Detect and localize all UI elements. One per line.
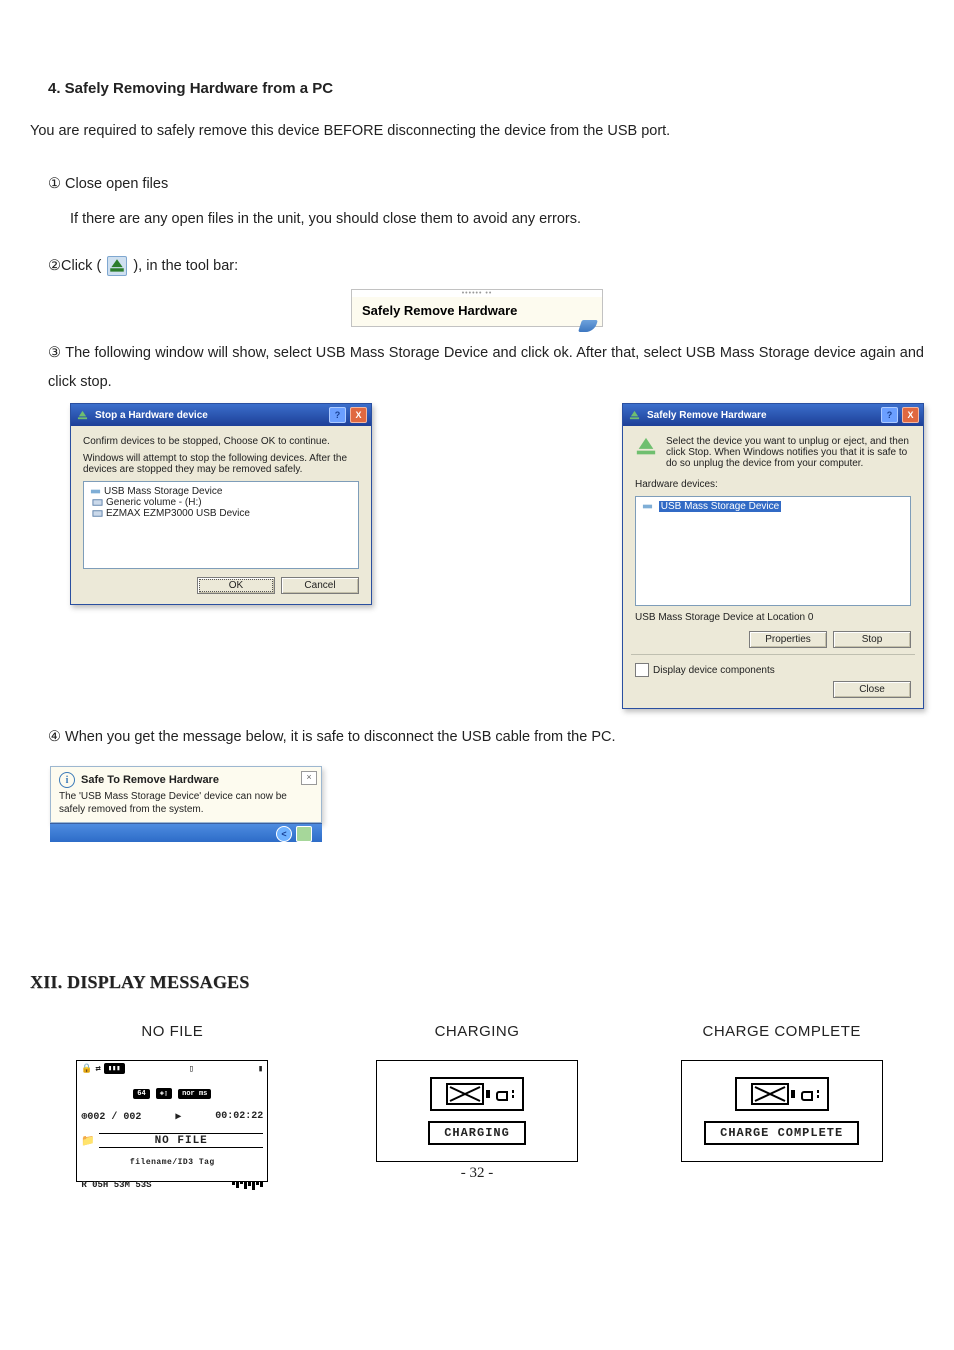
taskbar-tray: < [50, 823, 322, 842]
usb-device-icon [642, 501, 653, 512]
dialog-stop-hardware: Stop a Hardware device ? X Confirm devic… [70, 403, 372, 605]
lcd-complete-text: CHARGE COMPLETE [704, 1121, 859, 1145]
signal-icon: ▮ [258, 1064, 263, 1074]
folder-icon: 📁 [81, 1134, 95, 1148]
tooltip-tail-icon [578, 320, 598, 332]
lcd-nofile-text: NO FILE [99, 1134, 263, 1147]
hardware-devices-label: Hardware devices: [635, 479, 911, 490]
col-charging-label: CHARGING [335, 1023, 620, 1040]
step-3-text: ③ The following window will show, select… [48, 339, 924, 397]
step-2-text-b: ), in the tool bar: [133, 258, 238, 274]
lcd-time: 00:02:22 [215, 1111, 263, 1123]
eject-tray-icon [107, 256, 127, 276]
hardware-list-item[interactable]: USB Mass Storage Device [659, 501, 781, 512]
help-button[interactable]: ? [881, 407, 898, 423]
step-2-line: ②Click ( ), in the tool bar: [48, 252, 924, 281]
eq-pill: 64 [133, 1089, 149, 1099]
step-1-title: ① Close open files [48, 170, 924, 199]
usb-device-icon [90, 486, 101, 497]
battery-charge-icon [745, 1083, 795, 1105]
display-components-checkbox[interactable] [635, 663, 649, 677]
balloon-body: The 'USB Mass Storage Device' device can… [51, 790, 321, 822]
fm-pill: nor ms [178, 1089, 211, 1099]
step-4-text: ④ When you get the message below, it is … [48, 723, 924, 752]
shuffle-icon: ⇄ [96, 1064, 101, 1074]
page-number: - 32 - [0, 1165, 954, 1182]
safe-remove-balloon: × i Safe To Remove Hardware The 'USB Mas… [50, 766, 322, 823]
help-button[interactable]: ? [329, 407, 346, 423]
mode-pill: ▮▮▮ [104, 1063, 125, 1074]
battery-charge-icon [440, 1083, 490, 1105]
close-button[interactable]: X [350, 407, 367, 423]
tooltip-label: Safely Remove Hardware [362, 303, 517, 318]
tag-pill: ◈▯ [156, 1088, 172, 1099]
play-icon: ▶ [175, 1111, 181, 1123]
tray-eject-icon[interactable] [296, 826, 312, 842]
lcd-charging-text: CHARGING [428, 1121, 526, 1145]
disk-icon [92, 508, 103, 519]
close-button[interactable]: X [902, 407, 919, 423]
battery-icon: ▯ [189, 1064, 194, 1074]
dialog-safe-instruction: Select the device you want to unplug or … [666, 436, 911, 469]
dialog-stop-line2: Windows will attempt to stop the followi… [83, 453, 359, 475]
device-eject-icon [629, 410, 640, 421]
balloon-title: Safe To Remove Hardware [81, 774, 219, 786]
plug-icon [801, 1088, 819, 1100]
volume-icon [92, 497, 103, 508]
dialog-stop-line1: Confirm devices to be stopped, Choose OK… [83, 436, 359, 447]
device-tree[interactable]: USB Mass Storage Device Generic volume -… [83, 481, 359, 569]
device-status: USB Mass Storage Device at Location 0 [635, 612, 911, 623]
step-2-text-a: ②Click ( [48, 258, 101, 274]
plug-icon [496, 1088, 514, 1100]
ok-button[interactable]: OK [197, 577, 275, 594]
tree-item-usb: USB Mass Storage Device [104, 486, 222, 497]
section-xii-heading: XII. DISPLAY MESSAGES [30, 972, 924, 993]
section-4-heading: 4. Safely Removing Hardware from a PC [48, 80, 924, 97]
lcd-counter: ⊕002 / 002 [81, 1111, 141, 1123]
tree-item-volume: Generic volume - (H:) [106, 497, 202, 508]
device-eject-icon [635, 436, 657, 458]
cancel-button[interactable]: Cancel [281, 577, 359, 594]
col-no-file-label: NO FILE [30, 1023, 315, 1040]
info-icon: i [59, 772, 75, 788]
close-dialog-button[interactable]: Close [833, 681, 911, 698]
lcd-no-file: 🔒 ⇄ ▮▮▮ ▯ ▮ 64 ◈▯ nor ms ⊕002 / 002 ▶ 00… [76, 1060, 268, 1182]
tray-expand-icon[interactable]: < [276, 826, 292, 842]
dialog-safe-title: Safely Remove Hardware [647, 410, 877, 421]
step-1-body: If there are any open files in the unit,… [70, 205, 924, 234]
dialog-safely-remove: Safely Remove Hardware ? X Select the de… [622, 403, 924, 709]
tooltip-figure: •••••• •• Safely Remove Hardware [351, 289, 603, 327]
lock-icon: 🔒 [81, 1064, 92, 1074]
device-eject-icon [77, 410, 88, 421]
lcd-complete: CHARGE COMPLETE [681, 1060, 883, 1162]
tree-item-ezmax: EZMAX EZMP3000 USB Device [106, 508, 250, 519]
dialog-stop-title: Stop a Hardware device [95, 410, 325, 421]
balloon-close-icon[interactable]: × [301, 771, 317, 785]
lcd-charging: CHARGING [376, 1060, 578, 1162]
col-complete-label: CHARGE COMPLETE [639, 1023, 924, 1040]
stop-button[interactable]: Stop [833, 631, 911, 648]
properties-button[interactable]: Properties [749, 631, 827, 648]
display-components-label: Display device components [653, 665, 775, 676]
hardware-list[interactable]: USB Mass Storage Device [635, 496, 911, 606]
intro-text: You are required to safely remove this d… [30, 117, 924, 146]
